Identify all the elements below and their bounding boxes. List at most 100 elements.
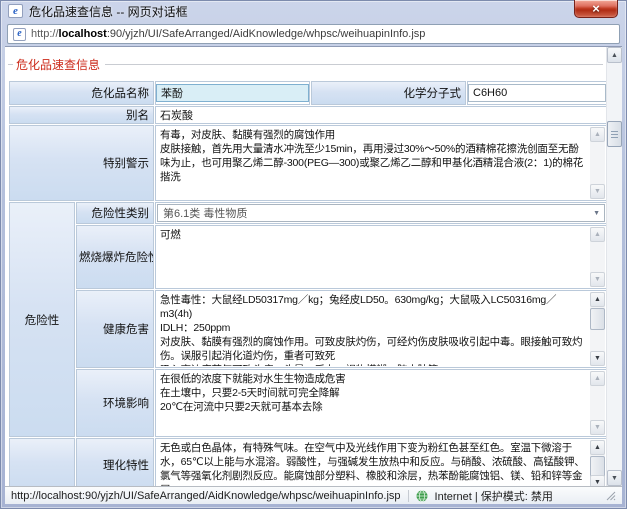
ie-icon: e xyxy=(8,4,23,18)
scroll-down-icon: ▼ xyxy=(594,355,601,362)
environment-textarea[interactable]: 在很低的浓度下就能对水生生物造成危害 在土壤中，只要2-5天时间就可完全降解 2… xyxy=(156,370,606,436)
section-header: 危化品速查信息 xyxy=(8,56,603,73)
special-warning-field-cell: 有毒，对皮肤、黏膜有强烈的腐蚀作用 皮肤接触，首先用大量清水冲洗至少15min，… xyxy=(155,125,606,201)
scroll-down-icon: ▼ xyxy=(611,475,618,482)
physchem-field-cell: 无色或白色晶体，有特殊气味。在空气中及光线作用下变为粉红色甚至红色。室温下微溶于… xyxy=(155,438,606,486)
status-bar: http://localhost:90/yjzh/UI/SafeArranged… xyxy=(5,486,622,504)
name-label: 危化品名称 xyxy=(92,88,150,100)
special-warning-textarea[interactable]: 有毒，对皮肤、黏膜有强烈的腐蚀作用 皮肤接触，首先用大量清水冲洗至少15min，… xyxy=(156,126,606,200)
environment-scrollbar[interactable]: ▲ ▼ xyxy=(590,371,605,435)
fire-explosion-label-cell: 燃烧爆炸危险性 xyxy=(76,225,154,289)
formula-field-cell xyxy=(467,81,606,105)
url-protocol: http:// xyxy=(31,28,59,40)
scroll-up-button[interactable]: ▲ xyxy=(590,440,605,455)
empty-group-cell xyxy=(9,438,75,486)
environment-field-cell: 在很低的浓度下就能对水生生物造成危害 在土壤中，只要2-5天时间就可完全降解 2… xyxy=(155,369,606,437)
fire-explosion-scrollbar[interactable]: ▲ ▼ xyxy=(590,227,605,287)
title-bar: e 危化品速查信息 -- 网页对话框 × xyxy=(0,0,627,22)
formula-label-cell: 化学分子式 xyxy=(311,81,466,105)
table-row: 别名 石炭酸 xyxy=(9,106,606,124)
environment-label: 环境影响 xyxy=(103,398,149,410)
address-bar: e http://localhost:90/yjzh/UI/SafeArrang… xyxy=(5,22,622,46)
main-scroll-down-button[interactable]: ▼ xyxy=(607,470,622,486)
name-field-cell xyxy=(155,81,310,105)
address-field[interactable]: e http://localhost:90/yjzh/UI/SafeArrang… xyxy=(7,24,620,44)
alias-field-cell[interactable]: 石炭酸 xyxy=(155,106,606,124)
physchem-textarea[interactable]: 无色或白色晶体，有特殊气味。在空气中及光线作用下变为粉红色甚至红色。室温下微溶于… xyxy=(156,439,606,486)
scrollbar-thumb[interactable] xyxy=(590,308,605,330)
fire-explosion-field-cell: 可燃 ▲ ▼ xyxy=(155,225,606,289)
legend-line-right xyxy=(105,64,603,65)
hazard-category-field-cell: 第6.1类 毒性物质 ▼ xyxy=(155,202,606,224)
alias-value: 石炭酸 xyxy=(156,107,606,123)
scroll-down-icon: ▼ xyxy=(594,479,601,486)
fire-explosion-label: 燃烧爆炸危险性 xyxy=(79,252,154,264)
scroll-down-button[interactable]: ▼ xyxy=(590,184,605,199)
scroll-down-icon: ▼ xyxy=(594,424,601,431)
scroll-up-button[interactable]: ▲ xyxy=(590,371,605,386)
special-warning-scrollbar[interactable]: ▲ ▼ xyxy=(590,127,605,199)
main-scroll-up-button[interactable]: ▲ xyxy=(607,47,622,63)
physchem-scrollbar[interactable]: ▲ ▼ xyxy=(590,440,605,486)
status-url: http://localhost:90/yjzh/UI/SafeArranged… xyxy=(11,490,401,502)
scroll-up-icon: ▲ xyxy=(594,375,601,382)
health-hazard-label-cell: 健康危害 xyxy=(76,290,154,368)
table-row: 环境影响 在很低的浓度下就能对水生生物造成危害 在土壤中，只要2-5天时间就可完… xyxy=(9,369,606,437)
table-row: 燃烧爆炸危险性 可燃 ▲ ▼ xyxy=(9,225,606,289)
formula-input[interactable] xyxy=(468,84,606,102)
physchem-label: 理化特性 xyxy=(103,460,149,472)
special-warning-text: 有毒，对皮肤、黏膜有强烈的腐蚀作用 皮肤接触，首先用大量清水冲洗至少15min，… xyxy=(158,127,588,199)
main-scrollbar-thumb[interactable] xyxy=(607,121,622,147)
table-row: 健康危害 急性毒性：大鼠经LD50317mg／kg；兔经皮LD50。630mg/… xyxy=(9,290,606,368)
scroll-down-button[interactable]: ▼ xyxy=(590,420,605,435)
status-zone: Internet | 保护模式: 禁用 xyxy=(435,488,553,504)
alias-label-cell: 别名 xyxy=(9,106,154,124)
resize-grip[interactable] xyxy=(605,490,616,501)
fire-explosion-text: 可燃 xyxy=(158,227,588,287)
scroll-down-icon: ▼ xyxy=(594,188,601,195)
ie-page-icon: e xyxy=(13,28,26,41)
scroll-up-icon: ▲ xyxy=(594,131,601,138)
main-scrollbar[interactable]: ▲ ▼ xyxy=(606,47,622,486)
hazard-category-select[interactable]: 第6.1类 毒性物质 ▼ xyxy=(157,204,605,222)
scroll-up-button[interactable]: ▲ xyxy=(590,227,605,242)
url-host: localhost xyxy=(59,28,107,40)
health-hazard-textarea[interactable]: 急性毒性：大鼠经LD50317mg／kg；兔经皮LD50。630mg/kg；大鼠… xyxy=(156,291,606,367)
health-hazard-label: 健康危害 xyxy=(103,324,149,336)
formula-label: 化学分子式 xyxy=(404,88,462,100)
scroll-up-button[interactable]: ▲ xyxy=(590,292,605,307)
table-row: 危化品名称 化学分子式 xyxy=(9,81,606,105)
hazard-group-label: 危险性 xyxy=(25,315,60,327)
scroll-up-icon: ▲ xyxy=(594,296,601,303)
dialog-window: e 危化品速查信息 -- 网页对话框 × e http://localhost:… xyxy=(0,0,627,509)
address-url: http://localhost:90/yjzh/UI/SafeArranged… xyxy=(31,28,425,40)
health-hazard-scrollbar[interactable]: ▲ ▼ xyxy=(590,292,605,366)
table-row: 危险性 危险性类别 第6.1类 毒性物质 ▼ xyxy=(9,202,606,224)
alias-label: 别名 xyxy=(126,110,149,122)
table-row: 特别警示 有毒，对皮肤、黏膜有强烈的腐蚀作用 皮肤接触，首先用大量清水冲洗至少1… xyxy=(9,125,606,201)
hazard-category-label: 危险性类别 xyxy=(92,208,150,220)
scroll-up-button[interactable]: ▲ xyxy=(590,127,605,142)
close-icon: × xyxy=(592,2,600,15)
special-warning-label: 特别警示 xyxy=(103,158,149,170)
scroll-up-icon: ▲ xyxy=(611,52,618,59)
hazard-category-label-cell: 危险性类别 xyxy=(76,202,154,224)
section-title: 危化品速查信息 xyxy=(13,56,105,73)
physchem-label-cell: 理化特性 xyxy=(76,438,154,486)
health-hazard-field-cell: 急性毒性：大鼠经LD50317mg／kg；兔经皮LD50。630mg/kg；大鼠… xyxy=(155,290,606,368)
hazard-category-value: 第6.1类 毒性物质 xyxy=(163,205,247,221)
special-warning-label-cell: 特别警示 xyxy=(9,125,154,201)
scroll-up-icon: ▲ xyxy=(594,444,601,451)
fire-explosion-textarea[interactable]: 可燃 ▲ ▼ xyxy=(156,226,606,288)
environment-label-cell: 环境影响 xyxy=(76,369,154,437)
environment-text: 在很低的浓度下就能对水生生物造成危害 在土壤中，只要2-5天时间就可完全降解 2… xyxy=(158,371,588,435)
chevron-down-icon: ▼ xyxy=(593,210,600,217)
hazard-group-cell: 危险性 xyxy=(9,202,75,437)
globe-icon xyxy=(416,490,428,502)
close-button[interactable]: × xyxy=(574,0,618,18)
scroll-down-button[interactable]: ▼ xyxy=(590,475,605,486)
scroll-down-button[interactable]: ▼ xyxy=(590,351,605,366)
name-label-cell: 危化品名称 xyxy=(9,81,154,105)
name-input[interactable] xyxy=(156,84,309,102)
scroll-down-button[interactable]: ▼ xyxy=(590,272,605,287)
